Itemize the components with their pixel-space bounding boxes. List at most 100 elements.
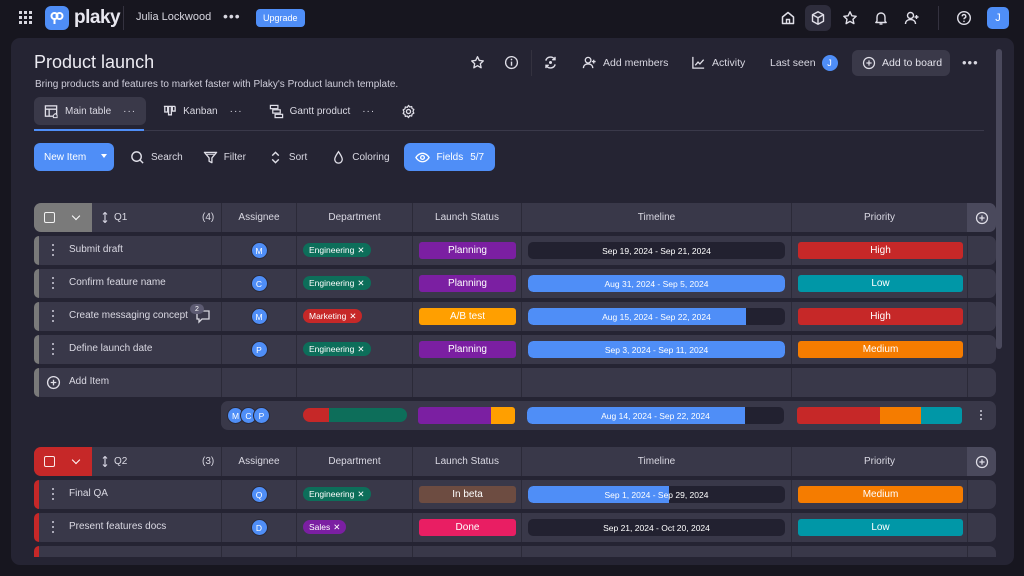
row-menu-icon[interactable] — [52, 488, 55, 500]
priority-cell[interactable]: Medium — [791, 335, 967, 364]
column-header-department[interactable]: Department — [296, 203, 412, 232]
column-header-assignee[interactable]: Assignee — [221, 203, 296, 232]
avatar[interactable]: C — [250, 275, 268, 292]
upgrade-button[interactable]: Upgrade — [256, 9, 305, 27]
table-row[interactable]: Create messaging concept 2 M Marketing ✕ A/B … — [34, 302, 996, 331]
department-tag[interactable]: Engineering ✕ — [303, 243, 371, 257]
timeline-bar[interactable]: Aug 15, 2024 - Sep 22, 2024 — [528, 308, 785, 325]
timeline-cell[interactable]: Sep 3, 2024 - Sep 11, 2024 — [521, 335, 791, 364]
avatar[interactable]: M — [250, 242, 268, 259]
item-name[interactable]: Create messaging concept — [69, 310, 188, 321]
item-name[interactable]: Present features docs — [69, 521, 166, 532]
assignee-cell[interactable]: Q — [221, 480, 296, 509]
remove-tag-icon[interactable]: ✕ — [357, 344, 364, 355]
column-header-priority[interactable]: Priority — [791, 447, 967, 476]
priority-cell[interactable]: High — [791, 302, 967, 331]
status-badge[interactable]: Planning — [419, 341, 516, 358]
priority-cell[interactable]: High — [791, 236, 967, 265]
timeline-bar[interactable]: Sep 19, 2024 - Sep 21, 2024 — [528, 242, 785, 259]
department-cell[interactable]: Engineering ✕ — [296, 269, 412, 298]
column-header-timeline[interactable]: Timeline — [521, 447, 791, 476]
status-distribution-bar[interactable] — [418, 407, 515, 424]
row-menu-icon[interactable] — [52, 521, 55, 533]
department-cell[interactable]: Marketing ✕ — [296, 302, 412, 331]
item-name[interactable]: Confirm feature name — [69, 277, 166, 288]
timeline-cell[interactable]: Sep 19, 2024 - Sep 21, 2024 — [521, 236, 791, 265]
department-tag[interactable]: Engineering ✕ — [303, 342, 371, 356]
timeline-cell[interactable]: Sep 21, 2024 - Oct 20, 2024 — [521, 513, 791, 542]
priority-distribution-bar[interactable] — [797, 407, 962, 424]
timeline-bar[interactable]: Sep 21, 2024 - Oct 20, 2024 — [528, 519, 785, 536]
add-column-button[interactable] — [967, 447, 996, 476]
priority-badge[interactable]: Medium — [798, 486, 963, 503]
priority-badge[interactable]: Low — [798, 519, 963, 536]
department-cell[interactable]: Engineering ✕ — [296, 480, 412, 509]
remove-tag-icon[interactable]: ✕ — [357, 278, 364, 289]
notifications-button[interactable] — [868, 5, 894, 31]
avatar[interactable]: P — [250, 341, 268, 358]
add-item-row[interactable]: Add Item — [34, 368, 996, 397]
item-name-cell[interactable]: Submit draft — [34, 236, 221, 265]
department-cell[interactable]: Engineering ✕ — [296, 335, 412, 364]
priority-cell[interactable]: Medium — [791, 480, 967, 509]
item-name[interactable]: Define launch date — [69, 343, 152, 354]
checkbox[interactable] — [44, 456, 55, 467]
assignee-cell[interactable]: M — [221, 236, 296, 265]
column-header-department[interactable]: Department — [296, 447, 412, 476]
avatar[interactable]: M — [250, 308, 268, 325]
add-item-cell[interactable]: Add Item — [34, 368, 221, 397]
avatar[interactable]: Q — [250, 486, 268, 503]
column-header-assignee[interactable]: Assignee — [221, 447, 296, 476]
item-name-cell[interactable]: Present features docs — [34, 513, 221, 542]
invite-user-button[interactable] — [899, 5, 925, 31]
item-name-cell[interactable]: Create messaging concept 2 — [34, 302, 221, 331]
status-cell[interactable]: Planning — [412, 269, 521, 298]
avatar[interactable]: D — [250, 519, 268, 536]
status-cell[interactable]: In beta — [412, 480, 521, 509]
priority-badge[interactable]: Low — [798, 275, 963, 292]
remove-tag-icon[interactable]: ✕ — [349, 311, 356, 322]
priority-badge[interactable] — [798, 559, 963, 565]
add-column-button[interactable] — [967, 203, 996, 232]
apps-grid-icon[interactable] — [19, 11, 32, 24]
workspace-name[interactable]: Julia Lockwood — [136, 11, 211, 23]
department-distribution-bar[interactable] — [303, 408, 407, 422]
column-header-status[interactable]: Launch Status — [412, 203, 521, 232]
timeline-bar[interactable] — [528, 559, 785, 565]
priority-cell[interactable]: Low — [791, 269, 967, 298]
row-menu-icon[interactable] — [52, 244, 55, 256]
table-row[interactable]: Submit draft M Engineering ✕ Planning Sep 19,… — [34, 236, 996, 265]
boards-button[interactable] — [805, 5, 831, 31]
column-header-timeline[interactable]: Timeline — [521, 203, 791, 232]
drag-handle-icon[interactable] — [102, 212, 108, 223]
plaky-logo[interactable]: plaky — [45, 6, 121, 30]
timeline-bar[interactable]: Sep 3, 2024 - Sep 11, 2024 — [528, 341, 785, 358]
item-name[interactable]: Final QA — [69, 488, 108, 499]
chevron-down-icon[interactable] — [71, 211, 81, 220]
status-badge[interactable]: Planning — [419, 242, 516, 259]
table-row[interactable] — [34, 546, 996, 565]
status-cell[interactable]: Done — [412, 513, 521, 542]
assignee-cell[interactable]: P — [221, 335, 296, 364]
summary-assignees[interactable]: MCP — [227, 407, 270, 424]
status-badge[interactable]: A/B test — [419, 308, 516, 325]
department-tag[interactable]: Marketing ✕ — [303, 309, 363, 323]
summary-timeline-bar[interactable]: Aug 14, 2024 - Sep 22, 2024 — [527, 407, 784, 424]
remove-tag-icon[interactable]: ✕ — [357, 245, 364, 256]
item-name[interactable]: Submit draft — [69, 244, 123, 255]
workspace-more-button[interactable]: ••• — [223, 8, 241, 24]
row-menu-icon[interactable] — [52, 343, 55, 355]
user-avatar[interactable]: J — [987, 7, 1009, 29]
department-cell[interactable]: Engineering ✕ — [296, 236, 412, 265]
status-badge[interactable]: Done — [419, 519, 516, 536]
row-menu-icon[interactable] — [52, 277, 55, 289]
home-button[interactable] — [775, 5, 801, 31]
remove-tag-icon[interactable]: ✕ — [333, 522, 340, 533]
department-tag[interactable]: Engineering ✕ — [303, 487, 371, 501]
group-select[interactable] — [34, 447, 92, 476]
assignee-cell[interactable]: C — [221, 269, 296, 298]
status-cell[interactable]: Planning — [412, 335, 521, 364]
favorites-button[interactable] — [837, 5, 863, 31]
item-name-cell[interactable]: Define launch date — [34, 335, 221, 364]
priority-cell[interactable]: Low — [791, 513, 967, 542]
